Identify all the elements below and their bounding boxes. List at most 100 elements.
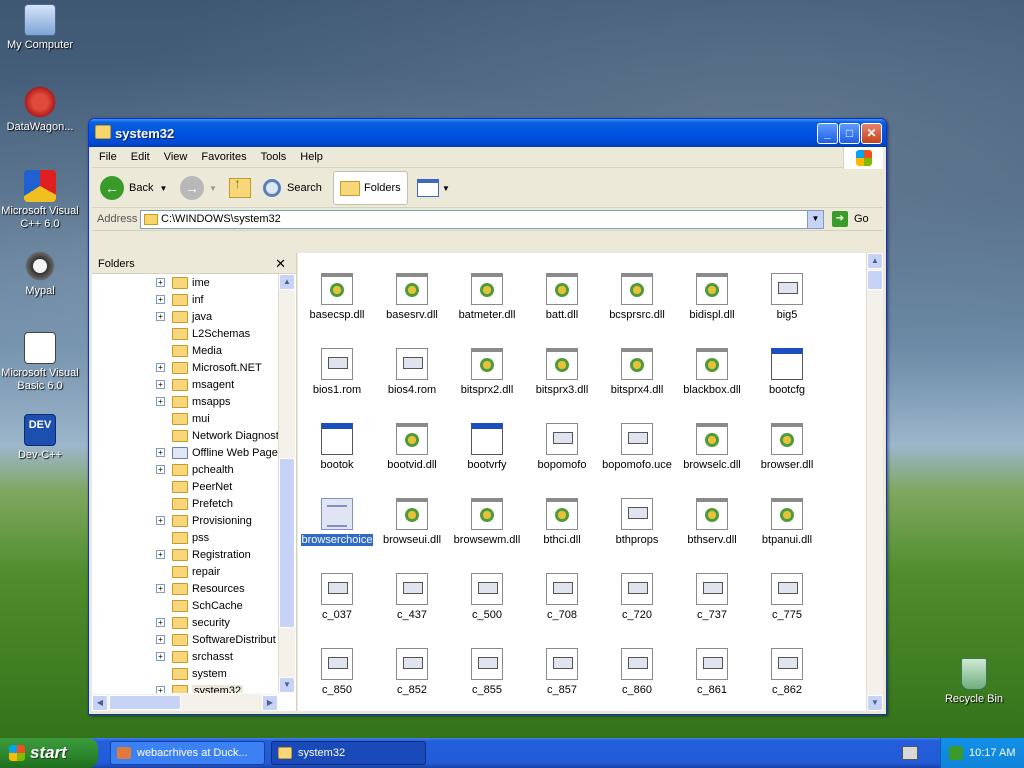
tree-item-ime[interactable]: + ime (156, 274, 210, 291)
tree-item-offline-web-page[interactable]: + Offline Web Page (156, 444, 278, 461)
maximize-button[interactable]: □ (839, 123, 860, 144)
file-item[interactable]: c_775 (749, 573, 825, 621)
file-item[interactable]: batt.dll (524, 273, 600, 321)
tree-item-peernet[interactable]: PeerNet (172, 478, 232, 495)
close-icon[interactable]: ✕ (275, 256, 286, 272)
tree-item-repair[interactable]: repair (172, 563, 220, 580)
file-item[interactable]: basecsp.dll (299, 273, 375, 321)
scroll-thumb[interactable] (109, 695, 181, 710)
keyboard-icon[interactable] (902, 746, 918, 760)
taskbar-item-system32[interactable]: system32 (271, 741, 426, 765)
file-item[interactable]: c_708 (524, 573, 600, 621)
scroll-up-icon[interactable]: ▲ (279, 274, 295, 290)
tree-item-registration[interactable]: + Registration (156, 546, 251, 563)
menu-favorites[interactable]: Favorites (194, 147, 253, 167)
desktop-icon-recycle-bin[interactable]: Recycle Bin (934, 658, 1014, 706)
file-item[interactable]: bootok (299, 423, 375, 471)
tree-item-network-diagnost[interactable]: Network Diagnost (172, 427, 279, 444)
tree-horizontal-scrollbar[interactable]: ◀ ▶ (92, 694, 278, 711)
file-item[interactable]: c_855 (449, 648, 525, 696)
file-item[interactable]: bootvrfy (449, 423, 525, 471)
file-item[interactable]: bthci.dll (524, 498, 600, 546)
file-item[interactable]: bthserv.dll (674, 498, 750, 546)
forward-button[interactable]: → ▼ (180, 174, 217, 202)
file-item[interactable]: bcsprsrc.dll (599, 273, 675, 321)
go-button[interactable]: ➔ Go (832, 211, 869, 227)
file-item[interactable]: bopomofo (524, 423, 600, 471)
tree-item-resources[interactable]: + Resources (156, 580, 245, 597)
file-item[interactable]: c_860 (599, 648, 675, 696)
desktop-icon-datawagon[interactable]: DataWagon... (0, 86, 80, 134)
file-item[interactable]: basesrv.dll (374, 273, 450, 321)
tree-vertical-scrollbar[interactable]: ▲ ▼ (278, 274, 295, 693)
file-item[interactable]: bopomofo.uce (599, 423, 675, 471)
scroll-up-icon[interactable]: ▲ (867, 253, 883, 269)
views-button[interactable]: ▼ (417, 174, 450, 202)
file-item[interactable]: bios1.rom (299, 348, 375, 396)
expand-icon[interactable]: + (156, 363, 165, 372)
tree-item-inf[interactable]: + inf (156, 291, 204, 308)
close-button[interactable]: ✕ (861, 123, 882, 144)
file-item[interactable]: c_862 (749, 648, 825, 696)
clock[interactable]: 10:17 AM (969, 747, 1015, 759)
desktop-icon-visual-basic[interactable]: Microsoft Visual Basic 6.0 (0, 332, 80, 393)
minimize-button[interactable]: _ (817, 123, 838, 144)
expand-icon[interactable]: + (156, 278, 165, 287)
expand-icon[interactable]: + (156, 312, 165, 321)
file-item[interactable]: browsewm.dll (449, 498, 525, 546)
tree-item-java[interactable]: + java (156, 308, 212, 325)
file-item[interactable]: browserchoice (299, 498, 375, 546)
address-input[interactable]: C:\WINDOWS\system32 ▼ (140, 210, 824, 229)
taskbar-item-browser[interactable]: webacrhives at Duck... (110, 741, 265, 765)
file-item[interactable]: c_857 (524, 648, 600, 696)
files-vertical-scrollbar[interactable]: ▲ ▼ (866, 253, 883, 711)
chevron-down-icon[interactable]: ▼ (159, 184, 167, 193)
file-item[interactable]: browselc.dll (674, 423, 750, 471)
tree-item-media[interactable]: Media (172, 342, 222, 359)
tree-item-msagent[interactable]: + msagent (156, 376, 234, 393)
expand-icon[interactable]: + (156, 397, 165, 406)
menu-tools[interactable]: Tools (254, 147, 294, 167)
expand-icon[interactable]: + (156, 550, 165, 559)
menu-help[interactable]: Help (293, 147, 330, 167)
folders-button[interactable]: Folders (333, 171, 408, 205)
expand-icon[interactable]: + (156, 295, 165, 304)
menu-file[interactable]: File (92, 147, 124, 167)
file-item[interactable]: c_850 (299, 648, 375, 696)
file-item[interactable]: blackbox.dll (674, 348, 750, 396)
expand-icon[interactable]: + (156, 380, 165, 389)
tree-item-pss[interactable]: pss (172, 529, 209, 546)
network-icon[interactable] (949, 746, 963, 760)
tree-item-l2schemas[interactable]: L2Schemas (172, 325, 250, 342)
scroll-left-icon[interactable]: ◀ (92, 695, 108, 711)
file-item[interactable]: bitsprx2.dll (449, 348, 525, 396)
menu-edit[interactable]: Edit (124, 147, 157, 167)
tree-item-softwaredistribut[interactable]: + SoftwareDistribut (156, 631, 276, 648)
file-item[interactable]: c_737 (674, 573, 750, 621)
scroll-down-icon[interactable]: ▼ (279, 677, 295, 693)
expand-icon[interactable]: + (156, 686, 165, 693)
expand-icon[interactable]: + (156, 465, 165, 474)
expand-icon[interactable]: + (156, 635, 165, 644)
tree-item-microsoft-net[interactable]: + Microsoft.NET (156, 359, 262, 376)
scroll-down-icon[interactable]: ▼ (867, 695, 883, 711)
tree-item-schcache[interactable]: SchCache (172, 597, 243, 614)
file-item[interactable]: btpanui.dll (749, 498, 825, 546)
menu-view[interactable]: View (157, 147, 195, 167)
file-item[interactable]: c_861 (674, 648, 750, 696)
tree-item-provisioning[interactable]: + Provisioning (156, 512, 252, 529)
file-item[interactable]: bthprops (599, 498, 675, 546)
title-bar[interactable]: system32 _ □ ✕ (89, 119, 886, 147)
scroll-thumb[interactable] (279, 458, 295, 628)
file-item[interactable]: c_720 (599, 573, 675, 621)
file-item[interactable]: c_437 (374, 573, 450, 621)
file-item[interactable]: browseui.dll (374, 498, 450, 546)
scroll-thumb[interactable] (867, 270, 883, 290)
desktop-icon-my-computer[interactable]: My Computer (0, 4, 80, 52)
tree-item-security[interactable]: + security (156, 614, 230, 631)
file-item[interactable]: bidispl.dll (674, 273, 750, 321)
address-dropdown-button[interactable]: ▼ (807, 211, 823, 228)
desktop-icon-mypal[interactable]: Mypal (0, 250, 80, 298)
start-button[interactable]: start (0, 738, 98, 768)
tree-item-srchasst[interactable]: + srchasst (156, 648, 233, 665)
